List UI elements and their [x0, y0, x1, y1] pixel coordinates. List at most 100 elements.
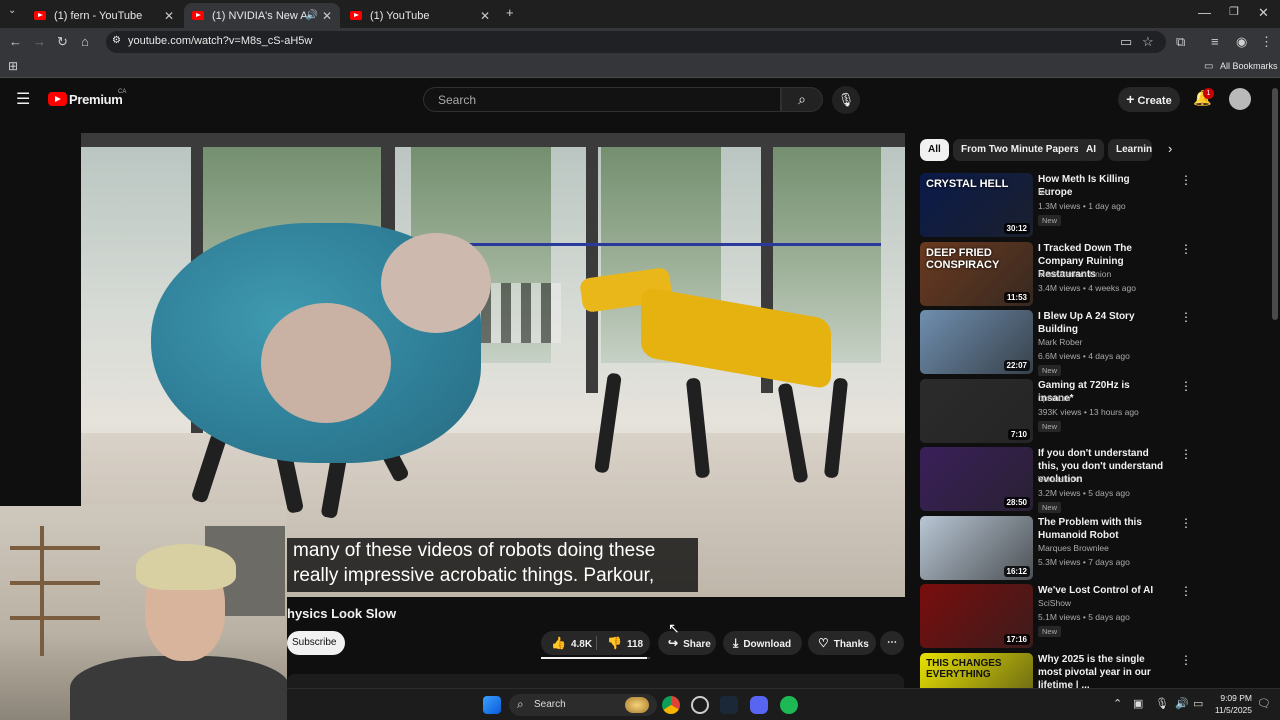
clock-time[interactable]: 9:09 PM — [1207, 693, 1252, 703]
tab-nvidia[interactable]: (1) NVIDIA's New AI Just M 🔊 ✕ — [184, 3, 340, 28]
address-bar[interactable]: ⚙ youtube.com/watch?v=M8s_cS-aH5w — [106, 31, 1166, 53]
more-options-icon[interactable]: ⋮ — [1180, 653, 1192, 667]
channel-name[interactable]: Marques Brownlee — [1038, 543, 1109, 553]
notification-center-icon[interactable]: 🗨 — [1257, 697, 1271, 710]
recommendation-item[interactable]: 16:12 The Problem with this Humanoid Robo… — [920, 515, 1192, 580]
profile-avatar-icon[interactable]: ◉ — [1236, 34, 1247, 50]
volume-icon[interactable]: 🔊 — [1175, 697, 1189, 710]
more-options-icon[interactable]: ⋮ — [1180, 584, 1192, 598]
recommendation-title[interactable]: The Problem with this Humanoid Robot — [1038, 516, 1166, 542]
forward-icon[interactable]: → — [33, 34, 46, 49]
video-thumbnail[interactable]: 22:07 — [920, 310, 1033, 374]
spotify-icon[interactable] — [780, 696, 798, 714]
more-actions-button[interactable]: ⋯ — [880, 631, 904, 655]
video-thumbnail[interactable]: 17:16 — [920, 584, 1033, 648]
recommendation-item[interactable]: CRYSTAL HELL 30:12 How Meth Is Killing Eur… — [920, 173, 1192, 237]
more-options-icon[interactable]: ⋮ — [1180, 242, 1192, 256]
recommendation-item[interactable]: 7:10Gaming at 720Hz is insane*optimum ✔3… — [920, 378, 1192, 443]
site-info-icon[interactable]: ⚙ — [112, 35, 121, 46]
channel-name[interactable]: More Perfect Union — [1038, 269, 1111, 279]
channel-name[interactable]: fern — [1038, 187, 1053, 197]
like-button[interactable]: 👍 4.8K — [541, 631, 592, 655]
youtube-logo-icon[interactable] — [48, 92, 67, 106]
account-avatar[interactable] — [1229, 88, 1251, 110]
video-thumbnail[interactable]: 7:10 — [920, 378, 1033, 443]
close-tab-icon[interactable]: ✕ — [480, 9, 490, 23]
recommendation-title[interactable]: We've Lost Control of AI — [1038, 584, 1166, 597]
tab-search-icon[interactable]: ⌄ — [8, 5, 16, 16]
recommendation-item[interactable]: 28:50 If you don't understand this, you d… — [920, 447, 1192, 513]
obs-icon[interactable] — [691, 696, 709, 714]
maximize-icon[interactable]: ❐ — [1229, 5, 1239, 18]
more-options-icon[interactable]: ⋮ — [1180, 379, 1192, 393]
tab-youtube[interactable]: (1) YouTube ✕ — [342, 3, 498, 28]
hamburger-menu-icon[interactable]: ☰ — [16, 89, 30, 109]
chip-all[interactable]: All — [920, 139, 949, 161]
search-button[interactable]: ⌕ — [781, 87, 823, 112]
all-bookmarks-link[interactable]: All Bookmarks — [1220, 61, 1278, 71]
create-button[interactable]: + Create — [1118, 87, 1180, 112]
more-options-icon[interactable]: ⋮ — [1180, 516, 1192, 530]
more-options-icon[interactable]: ⋮ — [1180, 310, 1192, 324]
channel-name[interactable]: Mark Rober — [1038, 337, 1082, 347]
clock-date[interactable]: 11/5/2025 — [1207, 705, 1252, 715]
media-controls-icon[interactable]: ≡ — [1211, 34, 1219, 49]
webcam-person-hair — [136, 544, 236, 590]
tray-app-icon[interactable]: ▣ — [1133, 697, 1143, 710]
steam-icon[interactable] — [720, 696, 738, 714]
minimize-icon[interactable]: — — [1198, 5, 1211, 20]
recommendation-item[interactable]: 22:07 I Blew Up A 24 Story Building Mark R… — [920, 310, 1192, 376]
dislike-button[interactable]: 👎 118 — [597, 631, 643, 655]
chip-ai[interactable]: AI — [1078, 139, 1104, 161]
more-options-icon[interactable]: ⋮ — [1180, 173, 1192, 187]
start-menu-icon[interactable] — [483, 696, 501, 714]
tray-mic-icon[interactable]: 🎙 — [1155, 697, 1169, 710]
channel-name[interactable]: Veritasium — [1038, 474, 1078, 484]
chevron-right-icon[interactable]: › — [1168, 141, 1172, 156]
chrome-icon[interactable] — [662, 696, 680, 714]
subscribe-button[interactable]: Subscribe — [287, 631, 345, 655]
browser-menu-icon[interactable]: ⋮ — [1260, 34, 1273, 50]
thanks-button[interactable]: ♡ Thanks — [808, 631, 876, 655]
network-icon[interactable]: ▭ — [1193, 697, 1203, 710]
video-thumbnail[interactable]: CRYSTAL HELL 30:12 — [920, 173, 1033, 237]
close-tab-icon[interactable]: ✕ — [164, 9, 174, 23]
recommendation-item[interactable]: DEEP FRIED CONSPIRACY 11:53 I Tracked Down… — [920, 241, 1192, 306]
chip-learning[interactable]: Learning — [1108, 139, 1152, 161]
youtube-premium-logo-text[interactable]: Premium — [69, 92, 123, 107]
search-input[interactable]: Search — [423, 87, 781, 112]
bookmark-star-icon[interactable]: ☆ — [1142, 34, 1154, 50]
recommendation-title[interactable]: I Blew Up A 24 Story Building — [1038, 310, 1166, 336]
channel-name[interactable]: optimum — [1038, 393, 1071, 403]
new-tab-icon[interactable]: + — [506, 5, 514, 20]
share-button[interactable]: ↪ Share — [658, 631, 716, 655]
description-box[interactable] — [287, 674, 904, 688]
close-tab-icon[interactable]: ✕ — [322, 9, 332, 23]
taskbar-search[interactable]: ⌕ Search — [509, 694, 657, 716]
more-options-icon[interactable]: ⋮ — [1180, 447, 1192, 461]
cast-icon[interactable]: ▭ — [1120, 34, 1132, 50]
tray-overflow-icon[interactable]: ⌃ — [1113, 697, 1122, 710]
back-icon[interactable]: ← — [9, 34, 22, 49]
video-thumbnail[interactable]: DEEP FRIED CONSPIRACY 11:53 — [920, 241, 1033, 306]
webcam-shelf — [40, 526, 44, 656]
chip-from-two-minute-papers[interactable]: From Two Minute Papers — [953, 139, 1088, 161]
tab-fern[interactable]: (1) fern - YouTube ✕ — [26, 3, 182, 28]
voice-search-button[interactable]: 🎙 — [832, 86, 860, 114]
video-thumbnail[interactable]: 16:12 — [920, 515, 1033, 580]
apps-grid-icon[interactable]: ⊞ — [8, 59, 18, 73]
download-button[interactable]: ⤓ Download — [723, 631, 802, 655]
discord-icon[interactable] — [750, 696, 768, 714]
webcam-shelf — [10, 581, 100, 585]
video-thumbnail[interactable]: 28:50 — [920, 447, 1033, 511]
page-scrollbar[interactable] — [1272, 88, 1278, 320]
extensions-icon[interactable]: ⧉ — [1176, 34, 1185, 50]
close-window-icon[interactable]: ✕ — [1258, 5, 1269, 21]
home-icon[interactable]: ⌂ — [81, 34, 89, 49]
audio-playing-icon[interactable]: 🔊 — [306, 10, 318, 21]
reload-icon[interactable]: ↻ — [57, 34, 68, 50]
recommendation-title[interactable]: How Meth Is Killing Europe — [1038, 173, 1166, 199]
recommendation-title[interactable]: Why 2025 is the single most pivotal year… — [1038, 653, 1166, 692]
recommendation-item[interactable]: 17:16We've Lost Control of AISciShow ✔5.… — [920, 584, 1192, 648]
channel-name[interactable]: SciShow — [1038, 598, 1071, 608]
